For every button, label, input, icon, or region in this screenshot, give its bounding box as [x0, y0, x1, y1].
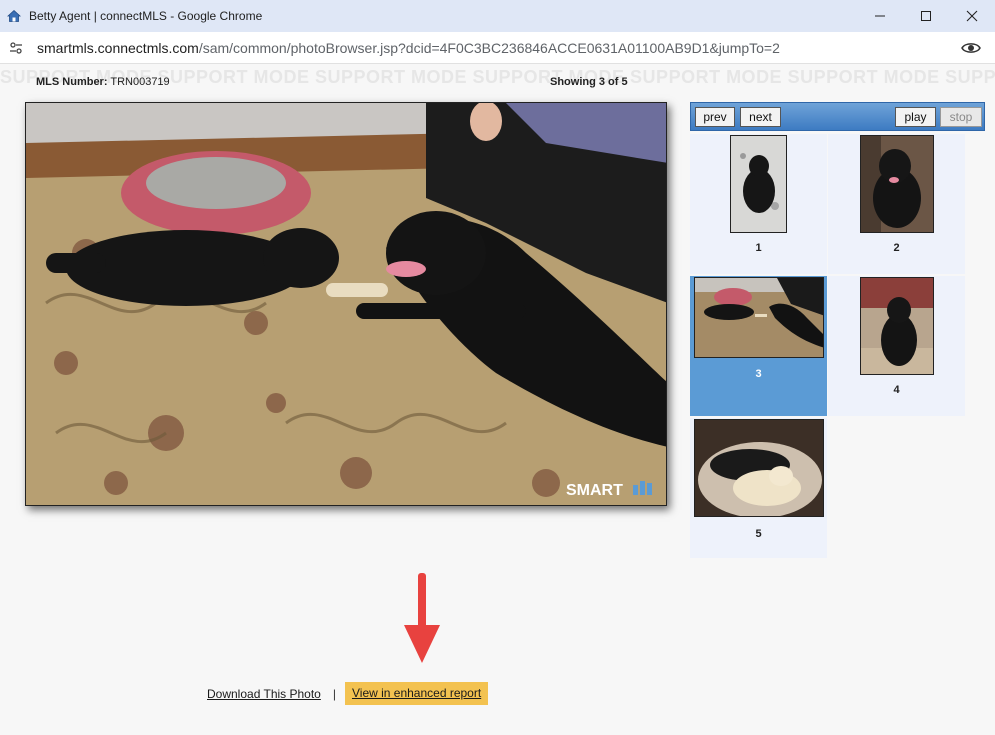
link-separator: | — [332, 686, 336, 701]
thumbnail-5-number: 5 — [755, 528, 762, 540]
thumbnail-5[interactable]: 5 — [690, 418, 827, 558]
thumbnail-4-number: 4 — [893, 384, 900, 396]
mls-number: MLS Number: TRN003719 — [36, 76, 170, 88]
site-settings-icon[interactable] — [8, 40, 24, 56]
thumbnail-2[interactable]: 2 — [828, 134, 965, 274]
window-titlebar: Betty Agent | connectMLS - Google Chrome — [0, 0, 995, 32]
close-icon — [966, 10, 978, 22]
dogs-on-rug-photo: SMART — [26, 103, 666, 505]
thumbnail-3-image — [694, 277, 824, 358]
address-bar[interactable]: smartmls.connectmls.com/sam/common/photo… — [0, 32, 995, 64]
prev-button[interactable]: prev — [695, 107, 735, 127]
thumbnail-3-number: 3 — [755, 368, 762, 380]
maximize-icon — [921, 11, 931, 21]
window-title: Betty Agent | connectMLS - Google Chrome — [29, 9, 263, 23]
view-enhanced-report-link[interactable]: View in enhanced report — [352, 686, 481, 700]
eye-icon[interactable] — [961, 40, 981, 56]
thumbnail-toolbar: prev next play stop — [690, 102, 985, 131]
play-button[interactable]: play — [895, 107, 936, 127]
close-button[interactable] — [949, 0, 995, 32]
thumbnail-1-number: 1 — [755, 242, 762, 254]
smart-brand-watermark: SMART — [566, 482, 623, 499]
download-photo-link[interactable]: Download This Photo — [207, 687, 321, 701]
thumbnail-2-number: 2 — [893, 242, 900, 254]
stop-button: stop — [940, 107, 982, 127]
thumbnail-3[interactable]: 3 — [690, 276, 827, 416]
thumbnail-5-image — [694, 419, 824, 517]
main-photo[interactable]: SMART — [25, 102, 667, 506]
mls-number-label: MLS Number: — [36, 76, 108, 88]
thumbnail-4-image — [860, 277, 934, 375]
url-path: /sam/common/photoBrowser.jsp?dcid=4F0C3B… — [198, 39, 780, 56]
thumbnail-1-image — [730, 135, 787, 233]
thumbnail-4[interactable]: 4 — [828, 276, 965, 416]
enhanced-report-highlight: View in enhanced report — [344, 682, 489, 705]
showing-count: Showing 3 of 5 — [550, 76, 628, 88]
thumbnail-1[interactable]: 1 — [690, 134, 827, 274]
minimize-button[interactable] — [857, 0, 903, 32]
maximize-button[interactable] — [903, 0, 949, 32]
photo-links: Download This Photo | View in enhanced r… — [207, 682, 489, 705]
minimize-icon — [875, 15, 885, 17]
url-text[interactable]: smartmls.connectmls.com/sam/common/photo… — [37, 40, 780, 56]
home-icon — [6, 8, 22, 24]
next-button[interactable]: next — [740, 107, 781, 127]
mls-number-value: TRN003719 — [110, 76, 170, 88]
annotation-arrow-icon — [404, 573, 440, 663]
url-domain: smartmls.connectmls.com — [37, 39, 199, 56]
thumbnail-2-image — [860, 135, 934, 233]
photo-browser-page: SUPPORT MODE SUPPORT MODE SUPPORT MODE S… — [0, 65, 995, 735]
